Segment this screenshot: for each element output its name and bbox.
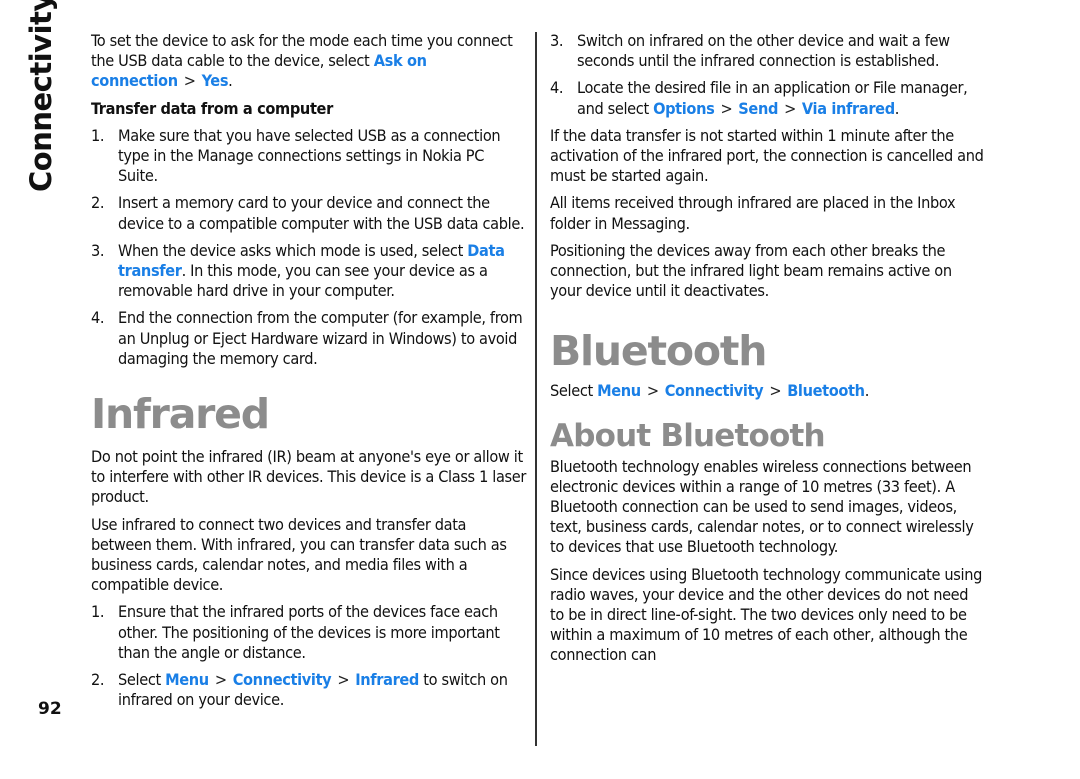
menu-link-send[interactable]: Send [738, 99, 778, 118]
menu-separator: > [183, 71, 196, 91]
menu-link-yes[interactable]: Yes [202, 71, 229, 90]
menu-separator: > [720, 98, 733, 118]
step-number: 3. [550, 31, 564, 50]
list-item: 3. Switch on infrared on the other device… [550, 31, 986, 71]
step-text: When the device asks which mode is used,… [118, 240, 468, 260]
menu-link-connectivity[interactable]: Connectivity [665, 381, 764, 400]
column-divider [535, 32, 537, 746]
step-number: 3. [91, 240, 105, 260]
right-column: 3. Switch on infrared on the other device… [550, 31, 986, 673]
about-bluetooth-paragraph-2: Since devices using Bluetooth technology… [550, 564, 983, 665]
paragraph-text: . [864, 381, 870, 401]
menu-link-options[interactable]: Options [653, 99, 715, 118]
menu-link-via-infrared[interactable]: Via infrared [802, 99, 895, 118]
bluetooth-select-paragraph: Select Menu > Connectivity > Bluetooth. [550, 381, 986, 401]
transfer-subheading: Transfer data from a computer [91, 98, 333, 118]
step-text: . [894, 98, 900, 118]
about-bluetooth-heading: About Bluetooth [550, 417, 826, 454]
step-number: 2. [91, 193, 105, 213]
about-bluetooth-paragraph-1: Bluetooth technology enables wireless co… [550, 456, 974, 557]
step-text: End the connection from the computer (fo… [118, 308, 523, 368]
list-item: 1. Make sure that you have selected USB a… [91, 126, 527, 187]
page-number: 92 [38, 699, 62, 719]
step-text: Switch on infrared on the other device a… [577, 31, 950, 71]
bluetooth-heading: Bluetooth [550, 327, 767, 376]
list-item: 1. Ensure that the infrared ports of the … [91, 602, 527, 663]
paragraph-text: Select [550, 381, 598, 401]
menu-separator: > [337, 670, 350, 690]
menu-link-menu[interactable]: Menu [165, 670, 209, 689]
step-number: 1. [91, 602, 105, 622]
step-number: 2. [91, 670, 105, 690]
menu-link-menu[interactable]: Menu [597, 381, 641, 400]
inbox-note: All items received through infrared are … [550, 193, 956, 233]
step-text: Ensure that the infrared ports of the de… [118, 602, 500, 662]
menu-separator: > [214, 670, 227, 690]
infrared-steps-list-right: 3. Switch on infrared on the other device… [550, 31, 986, 119]
infrared-warning-paragraph: Do not point the infrared (IR) beam at a… [91, 447, 527, 507]
manual-page: Connectivity 92 To set the device to ask… [0, 0, 1080, 779]
step-text: Insert a memory card to your device and … [118, 193, 525, 233]
paragraph-text: To set the device to ask for the mode ea… [91, 31, 513, 71]
infrared-heading: Infrared [91, 390, 270, 439]
menu-separator: > [769, 381, 782, 401]
list-item: 3. When the device asks which mode is use… [91, 241, 527, 302]
step-number: 4. [91, 308, 105, 328]
step-text: Make sure that you have selected USB as … [118, 125, 501, 186]
menu-separator: > [784, 98, 796, 118]
step-text: Select [118, 670, 166, 690]
list-item: 2. Select Menu > Connectivity > Infrared to s… [91, 670, 527, 710]
list-item: 4. Locate the desired file in an applicat… [550, 78, 986, 118]
paragraph-text: . [228, 71, 233, 91]
menu-link-infrared[interactable]: Infrared [355, 670, 419, 689]
menu-separator: > [646, 381, 659, 401]
infrared-steps-list-left: 1. Ensure that the infrared ports of the … [91, 602, 527, 710]
timeout-note: If the data transfer is not started with… [550, 125, 984, 186]
positioning-note: Positioning the devices away from each o… [550, 240, 952, 301]
infrared-intro-paragraph: Use infrared to connect two devices and … [91, 514, 507, 595]
chapter-title: Connectivity [24, 0, 58, 192]
transfer-steps-list: 1. Make sure that you have selected USB a… [91, 126, 527, 369]
step-number: 4. [550, 78, 564, 98]
menu-link-bluetooth[interactable]: Bluetooth [787, 381, 865, 400]
menu-link-connectivity[interactable]: Connectivity [233, 670, 332, 689]
list-item: 4. End the connection from the computer (… [91, 308, 527, 369]
list-item: 2. Insert a memory card to your device an… [91, 193, 527, 233]
left-column: To set the device to ask for the mode ea… [91, 31, 527, 717]
usb-ask-paragraph: To set the device to ask for the mode ea… [91, 31, 527, 92]
step-number: 1. [91, 125, 105, 145]
